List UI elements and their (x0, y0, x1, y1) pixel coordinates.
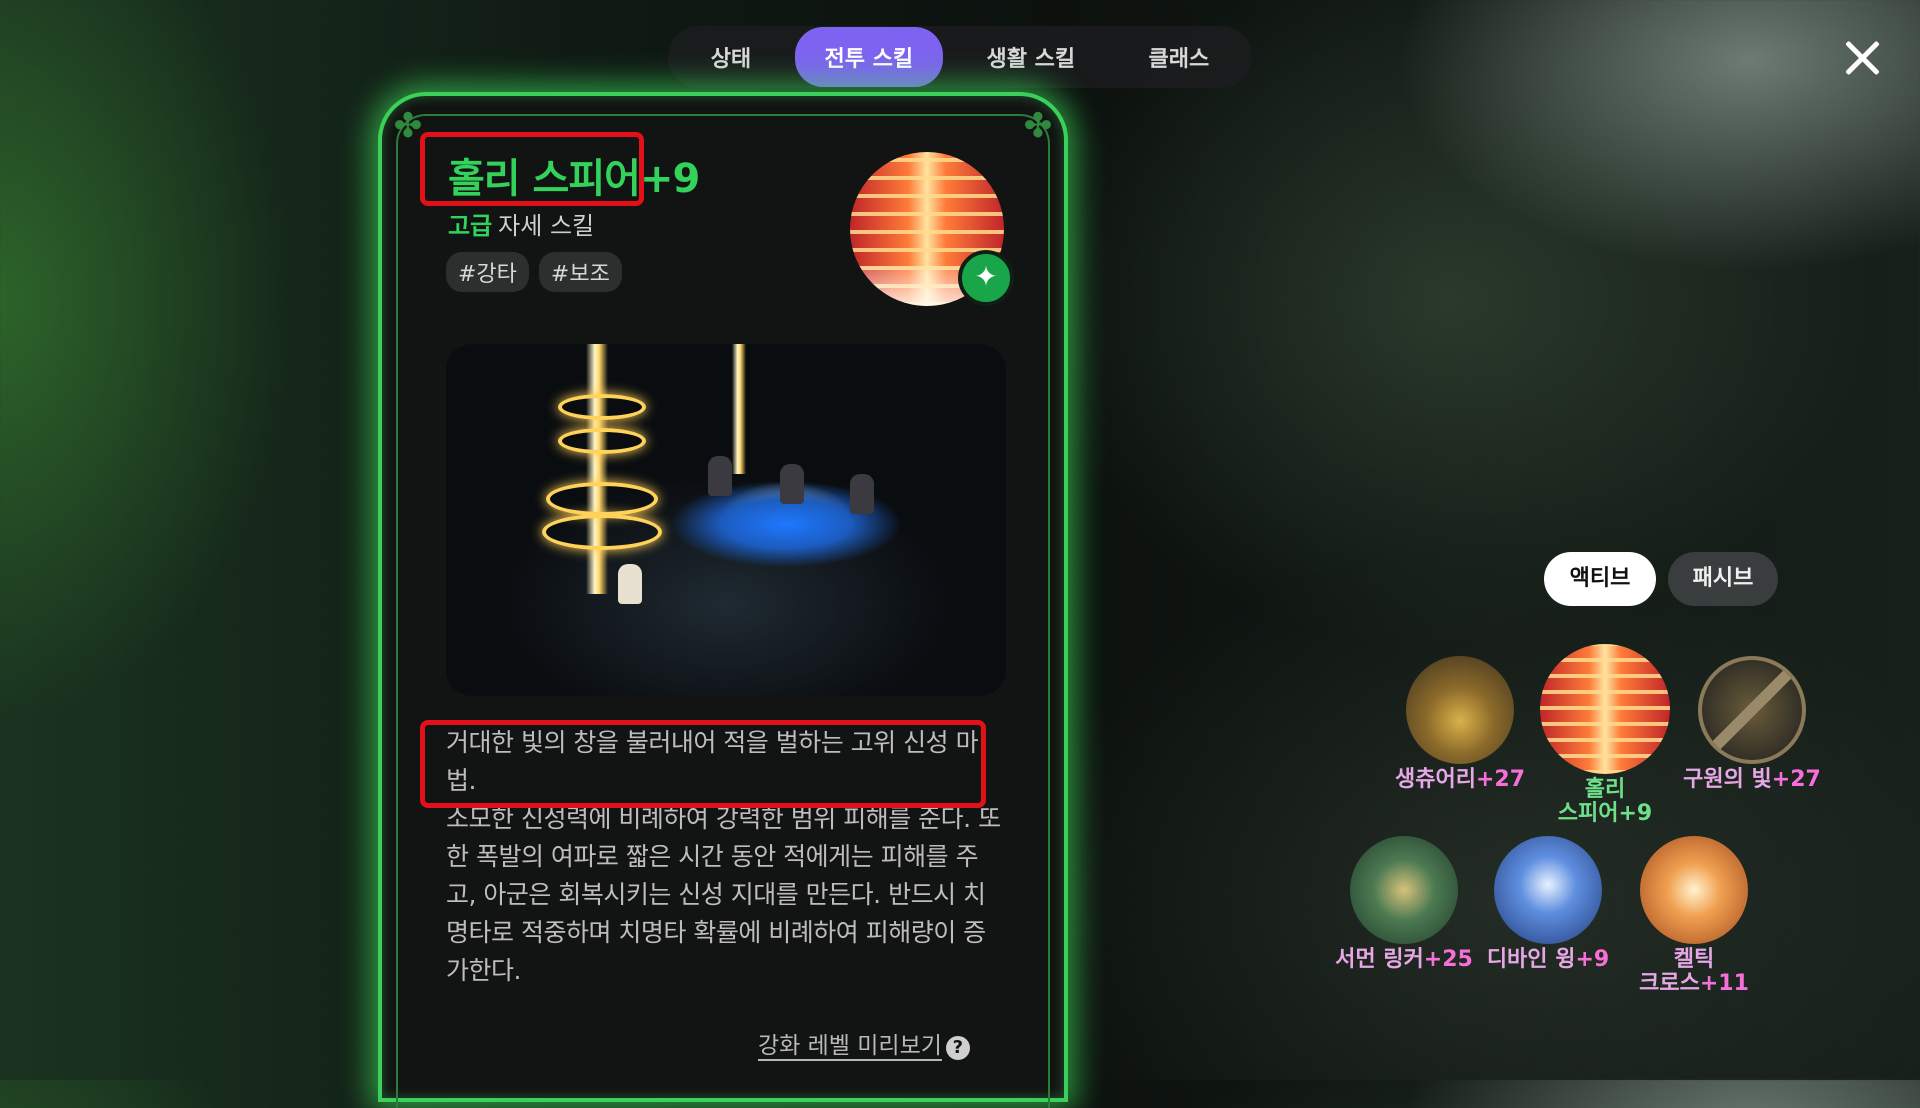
tab-life-skill[interactable]: 생활 스킬 (957, 27, 1106, 87)
sanctuary-icon (1406, 656, 1514, 764)
skill-slot-label: 서먼 링커+25 (1335, 947, 1473, 972)
skill-description-rest: 소모한 신성력에 비례하여 강력한 범위 피해를 준다. 또한 폭발의 여파로 … (446, 804, 1001, 985)
enemy-figure (708, 456, 732, 496)
tab-bar: 상태 전투 스킬 생활 스킬 클래스 (668, 26, 1252, 88)
skill-slot-celtic-cross[interactable]: 켈틱 크로스+11 (1624, 836, 1764, 996)
skill-slot-sanctuary[interactable]: 생츄어리+27 (1390, 656, 1530, 792)
highlight-box (420, 720, 986, 808)
enhance-preview-label: 강화 레벨 미리보기 (758, 1033, 942, 1059)
skill-type: 자세 스킬 (498, 212, 595, 240)
tab-status[interactable]: 상태 (681, 27, 781, 87)
light-ring (558, 428, 646, 454)
skill-slot-label: 디바인 윙+9 (1486, 947, 1610, 972)
skill-tags: #강타 #보조 (446, 252, 622, 292)
summon-linker-icon (1350, 836, 1458, 944)
enemy-figure (850, 474, 874, 514)
celtic-cross-icon (1640, 836, 1748, 944)
corner-ornament-icon: ✤ (1023, 106, 1053, 146)
help-icon[interactable]: ? (945, 1036, 970, 1060)
tab-class[interactable]: 클래스 (1119, 27, 1240, 87)
skill-tag: #보조 (538, 252, 622, 292)
skill-slot-summon-linker[interactable]: 서먼 링커+25 (1334, 836, 1474, 972)
light-beam (732, 344, 746, 474)
light-beam (586, 344, 608, 594)
enhance-preview-link[interactable]: 강화 레벨 미리보기? (758, 1026, 970, 1060)
enemy-figure (780, 464, 804, 504)
highlight-box (420, 132, 644, 206)
skill-slot-label: 생츄어리+27 (1394, 767, 1526, 792)
light-ring (558, 394, 646, 420)
holy-spear-icon (1540, 644, 1670, 774)
skill-slot-label: 홀리 스피어+9 (1557, 777, 1653, 826)
active-skill-toggle[interactable]: 액티브 (1544, 552, 1656, 606)
skill-slot-divine-wing[interactable]: 디바인 윙+9 (1478, 836, 1618, 972)
skill-tag: #강타 (446, 252, 529, 292)
skill-detail-card: ✤ ✤ 홀리 스피어+9 고급 자세 스킬 #강타 #보조 ✦ 거대한 빛의 창을… (378, 92, 1068, 1108)
light-ring (546, 482, 658, 516)
skill-preview-image (446, 344, 1006, 696)
skill-slot-label: 켈틱 크로스+11 (1639, 947, 1749, 996)
skill-slot-holy-spear[interactable]: 홀리 스피어+9 (1540, 644, 1670, 826)
divine-wing-icon (1494, 836, 1602, 944)
passive-skill-toggle[interactable]: 패시브 (1668, 552, 1778, 606)
close-icon[interactable] (1838, 34, 1886, 82)
tab-combat-skill[interactable]: 전투 스킬 (794, 27, 944, 87)
light-ring (542, 514, 662, 550)
skill-grade: 고급 (448, 212, 493, 240)
light-of-salvation-icon (1698, 656, 1806, 764)
player-figure (618, 564, 642, 604)
skill-slot-label: 구원의 빛+27 (1683, 767, 1821, 792)
stance-badge-icon: ✦ (958, 250, 1014, 306)
skill-slot-light-of-salvation[interactable]: 구원의 빛+27 (1672, 656, 1832, 792)
skill-level: +9 (639, 156, 700, 202)
skill-subtitle: 고급 자세 스킬 (448, 206, 594, 241)
